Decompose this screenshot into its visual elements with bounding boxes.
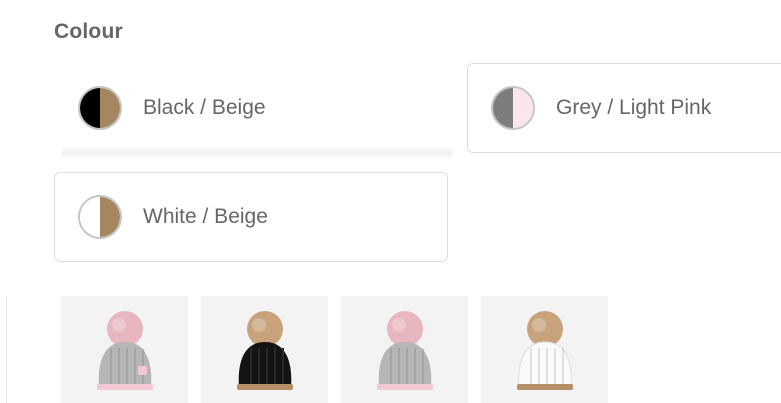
swatch-right-half <box>100 88 120 128</box>
thumbnail-grey-light-pink-hat[interactable] <box>61 296 188 403</box>
black-beige-swatch-icon <box>78 86 122 130</box>
pompom-highlight-icon <box>532 318 546 332</box>
product-thumbnail-strip <box>61 296 608 403</box>
thumbnail-black-beige-hat[interactable] <box>201 296 328 403</box>
divider-shadow <box>62 146 452 160</box>
white-beige-swatch-icon <box>78 195 122 239</box>
colour-option-black-beige[interactable]: Black / Beige <box>54 63 448 153</box>
hat-icon <box>517 311 573 390</box>
colour-option-label: Grey / Light Pink <box>556 96 712 119</box>
thumbnail-white-beige-hat[interactable] <box>481 296 608 403</box>
colour-option-label: White / Beige <box>143 205 268 228</box>
pompom-icon <box>247 311 283 347</box>
swatch-left-half <box>80 197 100 237</box>
gallery-edge-divider <box>6 296 7 403</box>
colour-heading: Colour <box>54 20 123 43</box>
pompom-highlight-icon <box>252 318 266 332</box>
swatch-left-half <box>493 88 513 128</box>
pompom-highlight-icon <box>112 318 126 332</box>
colour-option-label: Black / Beige <box>143 96 266 119</box>
colour-option-white-beige[interactable]: White / Beige <box>54 172 448 262</box>
colour-option-grey-light-pink[interactable]: Grey / Light Pink <box>467 63 781 153</box>
swatch-right-half <box>100 197 120 237</box>
pompom-highlight-icon <box>392 318 406 332</box>
hat-band-icon <box>237 384 293 390</box>
hat-icon <box>237 311 293 390</box>
swatch-left-half <box>80 88 100 128</box>
pompom-icon <box>387 311 423 347</box>
hat-band-icon <box>377 384 433 390</box>
thumbnail-grey-light-pink-hat-alt[interactable] <box>341 296 468 403</box>
hat-band-icon <box>97 384 153 390</box>
swatch-right-half <box>513 88 533 128</box>
grey-light-pink-swatch-icon <box>491 86 535 130</box>
hat-icon <box>377 311 433 390</box>
hat-band-icon <box>517 384 573 390</box>
pompom-icon <box>107 311 143 347</box>
logo-badge-icon <box>138 366 147 375</box>
hat-icon <box>97 311 153 390</box>
